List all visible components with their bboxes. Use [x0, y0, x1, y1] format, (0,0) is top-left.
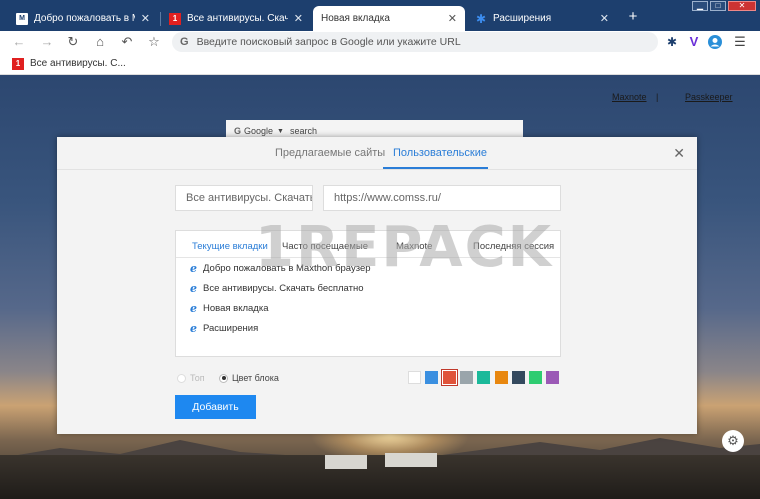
- window-controls: ▁ □ ✕: [692, 1, 756, 11]
- list-item[interactable]: e Новая вкладка: [190, 303, 268, 314]
- avatar-icon[interactable]: [707, 34, 723, 50]
- watermark: 1REPACK: [255, 215, 554, 280]
- tab-extensions[interactable]: ✱ Расширения ✕: [467, 6, 617, 31]
- color-swatch[interactable]: [511, 371, 525, 384]
- reload-icon[interactable]: ↻: [64, 33, 82, 51]
- radio-circle[interactable]: [177, 373, 186, 383]
- close-icon[interactable]: ✕: [673, 145, 685, 162]
- active-tab-indicator: [383, 167, 488, 169]
- color-swatch[interactable]: [425, 371, 439, 384]
- comss-icon: 1: [12, 57, 24, 70]
- list-item[interactable]: e Все антивирусы. Скачать бесплатно: [190, 283, 364, 294]
- bookmarks-bar: 1 Все антивирусы. С...: [0, 53, 760, 75]
- ie-icon: e: [190, 262, 197, 275]
- radio-circle[interactable]: [219, 373, 228, 383]
- google-icon: G: [180, 36, 189, 48]
- radio-top[interactable]: Топ: [177, 373, 205, 383]
- tab-close-icon[interactable]: ✕: [294, 12, 303, 25]
- house-shape: [325, 455, 367, 469]
- color-swatch[interactable]: [529, 371, 543, 384]
- tab-title: Расширения: [493, 13, 552, 24]
- list-item-label: Новая вкладка: [203, 303, 269, 314]
- puzzle-icon[interactable]: ✱: [664, 34, 680, 50]
- v-icon[interactable]: V: [686, 34, 702, 50]
- tab-close-icon[interactable]: ✕: [141, 12, 150, 25]
- list-item-label: Все антивирусы. Скачать бесплатно: [203, 283, 364, 294]
- color-swatch[interactable]: [459, 371, 473, 384]
- address-placeholder: Введите поисковый запрос в Google или ук…: [196, 36, 461, 48]
- tab-strip: M Добро пожаловать в Maxthon ✕ 1 Все ант…: [0, 0, 760, 31]
- maxthon-icon: M: [16, 12, 28, 25]
- ie-icon: e: [190, 322, 197, 335]
- arrow-right-icon[interactable]: →: [38, 33, 56, 51]
- navigation-toolbar: ← → ↻ ⌂ ↶ ☆ G Введите поисковый запрос в…: [0, 31, 760, 53]
- google-icon: G: [234, 126, 242, 136]
- add-button[interactable]: Добавить: [175, 395, 256, 419]
- undo-icon[interactable]: ↶: [118, 33, 136, 51]
- new-tab-button[interactable]: +: [625, 9, 641, 25]
- home-icon[interactable]: ⌂: [91, 33, 109, 51]
- comss-icon: 1: [169, 12, 181, 25]
- color-swatch[interactable]: [441, 370, 457, 385]
- tab-title: Все антивирусы. Скачать бесплатно: [187, 13, 288, 24]
- minimize-button[interactable]: ▁: [692, 1, 708, 11]
- bookmark-item[interactable]: Все антивирусы. С...: [30, 58, 126, 69]
- link-separator: |: [656, 92, 659, 102]
- maximize-button[interactable]: □: [710, 1, 726, 11]
- tab-close-icon[interactable]: ✕: [448, 12, 457, 25]
- dialog-header: Предлагаемые сайты Пользовательские ✕: [57, 137, 697, 170]
- add-site-dialog: Предлагаемые сайты Пользовательские ✕ Вс…: [57, 137, 697, 434]
- ie-icon: e: [190, 282, 197, 295]
- tab-new-tab[interactable]: Новая вкладка ✕: [313, 6, 465, 31]
- tab-close-icon[interactable]: ✕: [600, 12, 609, 25]
- ground: [0, 455, 760, 499]
- gear-icon[interactable]: ⚙: [722, 430, 744, 452]
- radio-block-color[interactable]: Цвет блока: [219, 373, 279, 383]
- color-swatch[interactable]: [408, 371, 421, 384]
- chevron-down-icon[interactable]: ▼: [277, 128, 284, 135]
- maxnote-link[interactable]: Maxnote: [612, 92, 647, 102]
- close-window-button[interactable]: ✕: [728, 1, 756, 11]
- site-name-input[interactable]: Все антивирусы. Скачать: [175, 185, 313, 211]
- tab-comss[interactable]: 1 Все антивирусы. Скачать бесплатно ✕: [161, 6, 311, 31]
- tab-title: Добро пожаловать в Maxthon: [34, 13, 135, 24]
- star-icon[interactable]: ☆: [145, 33, 163, 51]
- color-swatch[interactable]: [477, 371, 491, 384]
- search-engine-label[interactable]: Google: [244, 126, 273, 136]
- ie-icon: e: [190, 302, 197, 315]
- hamburger-icon[interactable]: ☰: [732, 34, 748, 50]
- tab-suggested-sites[interactable]: Предлагаемые сайты: [275, 147, 385, 159]
- color-swatch[interactable]: [494, 371, 508, 384]
- list-item[interactable]: e Расширения: [190, 323, 258, 334]
- site-url-input[interactable]: https://www.comss.ru/: [323, 185, 561, 211]
- puzzle-icon: ✱: [475, 11, 487, 26]
- list-item-label: Расширения: [203, 323, 259, 334]
- passkeeper-link[interactable]: Passkeeper: [685, 92, 733, 102]
- tab-maxthon-welcome[interactable]: M Добро пожаловать в Maxthon ✕: [8, 6, 158, 31]
- tab-custom[interactable]: Пользовательские: [393, 147, 487, 159]
- house-shape: [385, 453, 437, 467]
- color-swatch[interactable]: [546, 371, 560, 384]
- tab-title: Новая вкладка: [321, 13, 390, 24]
- address-bar[interactable]: G Введите поисковый запрос в Google или …: [172, 32, 658, 52]
- radio-label: Топ: [190, 373, 205, 383]
- arrow-left-icon[interactable]: ←: [10, 33, 28, 51]
- radio-label: Цвет блока: [232, 373, 279, 383]
- search-placeholder: search: [289, 126, 317, 136]
